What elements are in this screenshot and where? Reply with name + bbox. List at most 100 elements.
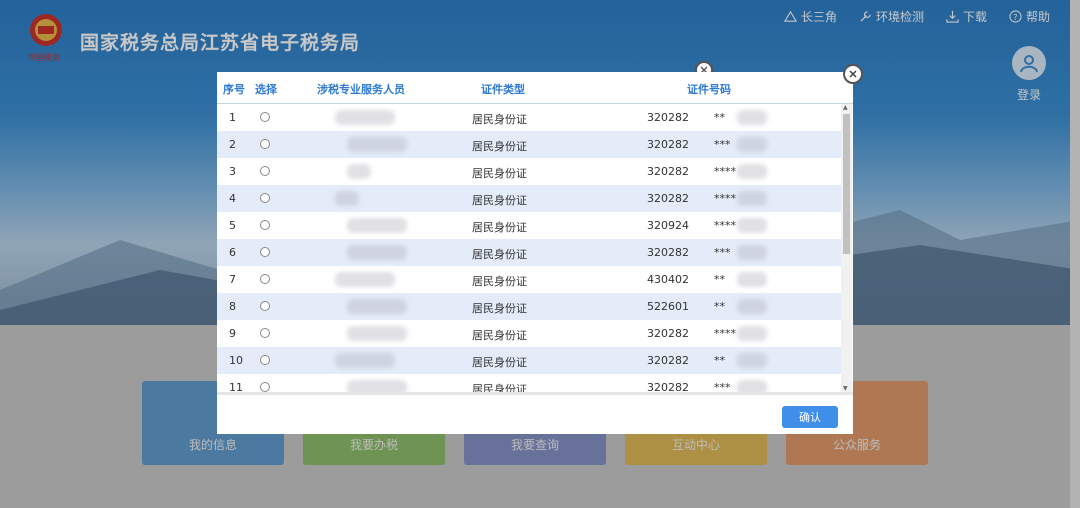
redacted-agent-name bbox=[347, 137, 407, 152]
table-row[interactable]: 2 居民身份证 320282 *** bbox=[217, 131, 841, 158]
col-header-agent: 涉税专业服务人员 bbox=[317, 83, 405, 96]
redacted-id-digits bbox=[737, 353, 767, 368]
redacted-agent-name bbox=[335, 191, 359, 206]
id-type-cell: 居民身份证 bbox=[472, 302, 527, 315]
scroll-up-icon[interactable]: ▲ bbox=[843, 104, 848, 111]
id-number-prefix: 522601 bbox=[647, 300, 689, 313]
id-number-mask: ** bbox=[714, 273, 725, 286]
redacted-id-digits bbox=[737, 110, 767, 125]
row-number: 7 bbox=[229, 273, 236, 286]
id-number-mask: *** bbox=[714, 381, 731, 392]
redacted-id-digits bbox=[737, 164, 767, 179]
id-number-mask: **** bbox=[714, 327, 736, 340]
redacted-id-digits bbox=[737, 191, 767, 206]
redacted-agent-name bbox=[347, 380, 407, 392]
id-number-mask: **** bbox=[714, 165, 736, 178]
redacted-agent-name bbox=[347, 245, 407, 260]
select-radio[interactable] bbox=[260, 112, 270, 122]
redacted-id-digits bbox=[737, 245, 767, 260]
redacted-agent-name bbox=[347, 299, 407, 314]
id-number-prefix: 320282 bbox=[647, 192, 689, 205]
redacted-agent-name bbox=[347, 326, 407, 341]
redacted-agent-name bbox=[335, 110, 395, 125]
row-number: 11 bbox=[229, 381, 243, 392]
id-number-prefix: 430402 bbox=[647, 273, 689, 286]
row-number: 1 bbox=[229, 111, 236, 124]
select-radio[interactable] bbox=[260, 382, 270, 392]
redacted-id-digits bbox=[737, 326, 767, 341]
id-type-cell: 居民身份证 bbox=[472, 275, 527, 288]
redacted-agent-name bbox=[347, 164, 371, 179]
col-header-no: 序号 bbox=[223, 83, 245, 96]
id-type-cell: 居民身份证 bbox=[472, 167, 527, 180]
row-number: 3 bbox=[229, 165, 236, 178]
id-type-cell: 居民身份证 bbox=[472, 194, 527, 207]
id-type-cell: 居民身份证 bbox=[472, 113, 527, 126]
redacted-id-digits bbox=[737, 299, 767, 314]
row-number: 4 bbox=[229, 192, 236, 205]
id-number-mask: ** bbox=[714, 300, 725, 313]
table-row[interactable]: 1 居民身份证 320282 ** bbox=[217, 104, 841, 131]
id-number-mask: ** bbox=[714, 111, 725, 124]
select-agent-dialog: 序号 选择 涉税专业服务人员 证件类型 证件号码 1 居民身份证 320282 ** 2… bbox=[217, 72, 853, 434]
table-scrollbar[interactable]: ▲ ▼ bbox=[841, 104, 852, 392]
table-row[interactable]: 11 居民身份证 320282 *** bbox=[217, 374, 841, 392]
table-row[interactable]: 4 居民身份证 320282 **** bbox=[217, 185, 841, 212]
id-type-cell: 居民身份证 bbox=[472, 221, 527, 234]
id-number-prefix: 320282 bbox=[647, 381, 689, 392]
id-number-prefix: 320282 bbox=[647, 111, 689, 124]
col-header-id-type: 证件类型 bbox=[481, 83, 525, 96]
scroll-down-icon[interactable]: ▼ bbox=[843, 385, 848, 392]
scroll-thumb[interactable] bbox=[843, 114, 850, 254]
table-header: 序号 选择 涉税专业服务人员 证件类型 证件号码 bbox=[217, 72, 853, 104]
id-number-prefix: 320924 bbox=[647, 219, 689, 232]
id-number-prefix: 320282 bbox=[647, 138, 689, 151]
confirm-button[interactable]: 确认 bbox=[782, 406, 838, 428]
select-radio[interactable] bbox=[260, 193, 270, 203]
id-type-cell: 居民身份证 bbox=[472, 356, 527, 369]
table-row[interactable]: 10 居民身份证 320282 ** bbox=[217, 347, 841, 374]
row-number: 9 bbox=[229, 327, 236, 340]
id-number-prefix: 320282 bbox=[647, 165, 689, 178]
redacted-agent-name bbox=[335, 353, 395, 368]
select-radio[interactable] bbox=[260, 301, 270, 311]
id-type-cell: 居民身份证 bbox=[472, 248, 527, 261]
id-number-prefix: 320282 bbox=[647, 354, 689, 367]
redacted-agent-name bbox=[347, 218, 407, 233]
row-number: 2 bbox=[229, 138, 236, 151]
redacted-id-digits bbox=[737, 272, 767, 287]
id-number-mask: *** bbox=[714, 138, 731, 151]
redacted-id-digits bbox=[737, 137, 767, 152]
table-horizontal-scrollbar[interactable] bbox=[217, 392, 853, 395]
close-icon[interactable] bbox=[843, 64, 863, 84]
redacted-agent-name bbox=[335, 272, 395, 287]
id-number-mask: **** bbox=[714, 219, 736, 232]
table-row[interactable]: 6 居民身份证 320282 *** bbox=[217, 239, 841, 266]
table-row[interactable]: 3 居民身份证 320282 **** bbox=[217, 158, 841, 185]
row-number: 5 bbox=[229, 219, 236, 232]
select-radio[interactable] bbox=[260, 355, 270, 365]
id-type-cell: 居民身份证 bbox=[472, 383, 527, 392]
select-radio[interactable] bbox=[260, 139, 270, 149]
select-radio[interactable] bbox=[260, 274, 270, 284]
table-row[interactable]: 5 居民身份证 320924 **** bbox=[217, 212, 841, 239]
redacted-id-digits bbox=[737, 218, 767, 233]
select-radio[interactable] bbox=[260, 247, 270, 257]
table-row[interactable]: 9 居民身份证 320282 **** bbox=[217, 320, 841, 347]
id-number-prefix: 320282 bbox=[647, 327, 689, 340]
select-radio[interactable] bbox=[260, 220, 270, 230]
col-header-id-number: 证件号码 bbox=[687, 83, 731, 96]
select-radio[interactable] bbox=[260, 328, 270, 338]
redacted-id-digits bbox=[737, 380, 767, 392]
table-body: 1 居民身份证 320282 ** 2 居民身份证 320282 *** 3 居民身份证 32028… bbox=[217, 104, 841, 392]
id-type-cell: 居民身份证 bbox=[472, 329, 527, 342]
row-number: 8 bbox=[229, 300, 236, 313]
row-number: 6 bbox=[229, 246, 236, 259]
table-row[interactable]: 7 居民身份证 430402 ** bbox=[217, 266, 841, 293]
row-number: 10 bbox=[229, 354, 243, 367]
id-number-mask: ** bbox=[714, 354, 725, 367]
id-number-mask: *** bbox=[714, 246, 731, 259]
col-header-select: 选择 bbox=[255, 83, 277, 96]
select-radio[interactable] bbox=[260, 166, 270, 176]
table-row[interactable]: 8 居民身份证 522601 ** bbox=[217, 293, 841, 320]
